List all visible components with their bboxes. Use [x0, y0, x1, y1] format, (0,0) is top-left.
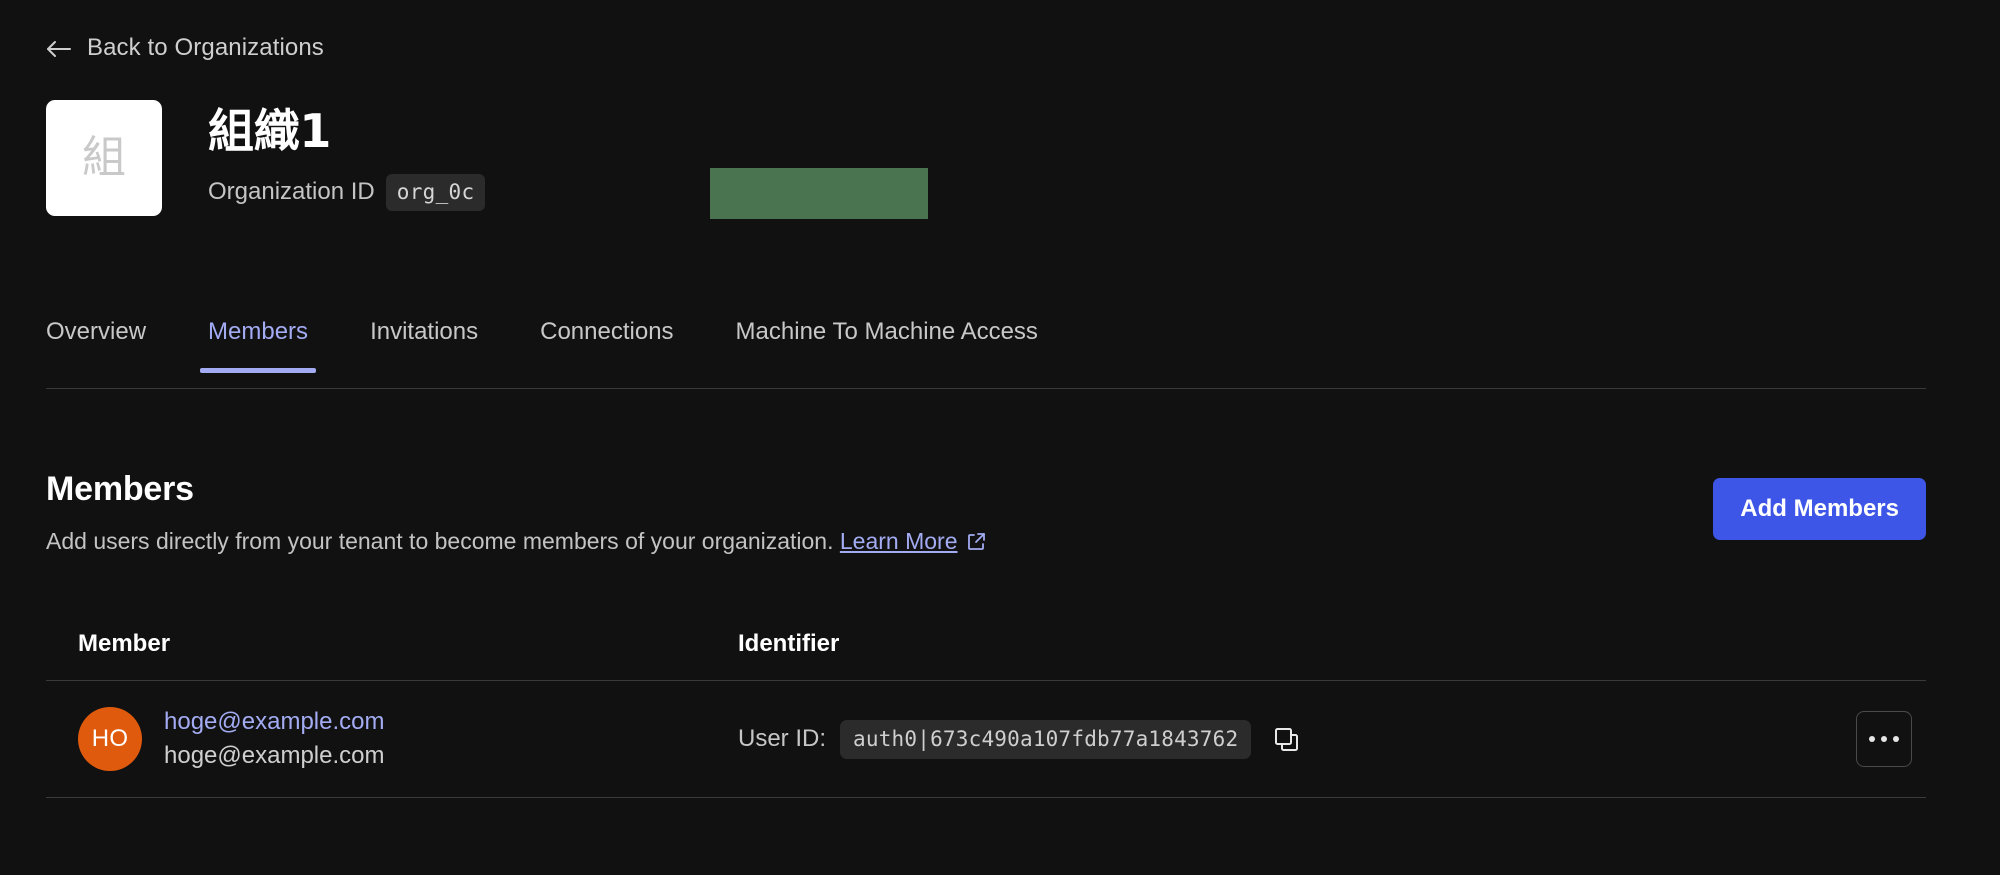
organization-meta: 組織1 Organization ID org_0c	[208, 100, 928, 219]
column-header-identifier: Identifier	[738, 630, 840, 657]
tab-overview[interactable]: Overview	[46, 318, 146, 373]
table-row[interactable]: HO hoge@example.com hoge@example.com Use…	[46, 681, 1926, 797]
learn-more-link[interactable]: Learn More	[840, 528, 958, 554]
user-id-label: User ID:	[738, 725, 827, 752]
tab-bar-divider	[46, 388, 1926, 389]
organization-header: 組 組織1 Organization ID org_0c	[46, 100, 928, 219]
tab-connections[interactable]: Connections	[540, 318, 673, 373]
organization-logo-char: 組	[82, 132, 126, 183]
member-name-link[interactable]: hoge@example.com	[164, 708, 384, 735]
cell-identifier: User ID: auth0|673c490a107fdb77a1843762	[738, 719, 1786, 759]
copy-icon[interactable]	[1273, 726, 1299, 752]
members-section-header: Members Add users directly from your ten…	[46, 470, 1926, 557]
members-description-text: Add users directly from your tenant to b…	[46, 528, 834, 555]
organization-id-value[interactable]: org_0c	[385, 173, 486, 211]
more-options-icon	[1869, 736, 1875, 742]
cell-member: HO hoge@example.com hoge@example.com	[78, 707, 738, 771]
add-members-button[interactable]: Add Members	[1713, 478, 1926, 540]
member-email: hoge@example.com	[164, 742, 385, 769]
column-header-member: Member	[78, 630, 171, 657]
organization-id-label: Organization ID	[208, 178, 375, 206]
page-title: 組織1	[208, 104, 332, 158]
cell-actions	[1786, 711, 1926, 767]
tab-machine-to-machine-access[interactable]: Machine To Machine Access	[736, 318, 1038, 373]
back-link-label: Back to Organizations	[87, 34, 324, 61]
table-header-row: Member Identifier	[46, 630, 1926, 680]
members-table: Member Identifier HO hoge@example.com ho…	[46, 630, 1926, 798]
tab-members[interactable]: Members	[200, 318, 317, 373]
more-options-button[interactable]	[1856, 711, 1912, 767]
user-id-value[interactable]: auth0|673c490a107fdb77a1843762	[840, 719, 1252, 759]
organization-logo: 組	[46, 100, 162, 216]
organization-id-row: Organization ID org_0c	[208, 167, 928, 219]
external-link-icon[interactable]	[967, 532, 986, 551]
members-heading: Members	[46, 470, 194, 508]
redaction-overlay	[710, 167, 928, 219]
more-options-icon	[1893, 736, 1899, 742]
organization-members-page: Back to Organizations 組 組織1 Organization…	[0, 0, 2000, 875]
member-identity: hoge@example.com hoge@example.com	[164, 708, 385, 770]
table-row-divider	[46, 797, 1926, 798]
members-section: Members Add users directly from your ten…	[46, 470, 1926, 557]
members-section-text: Members Add users directly from your ten…	[46, 470, 986, 557]
members-description: Add users directly from your tenant to b…	[46, 527, 986, 557]
tab-bar: Overview Members Invitations Connections…	[46, 318, 1926, 373]
back-to-organizations-link[interactable]: Back to Organizations	[46, 34, 324, 62]
arrow-left-icon	[46, 38, 72, 60]
more-options-icon	[1881, 736, 1887, 742]
tab-invitations[interactable]: Invitations	[370, 318, 478, 373]
avatar: HO	[78, 707, 142, 771]
